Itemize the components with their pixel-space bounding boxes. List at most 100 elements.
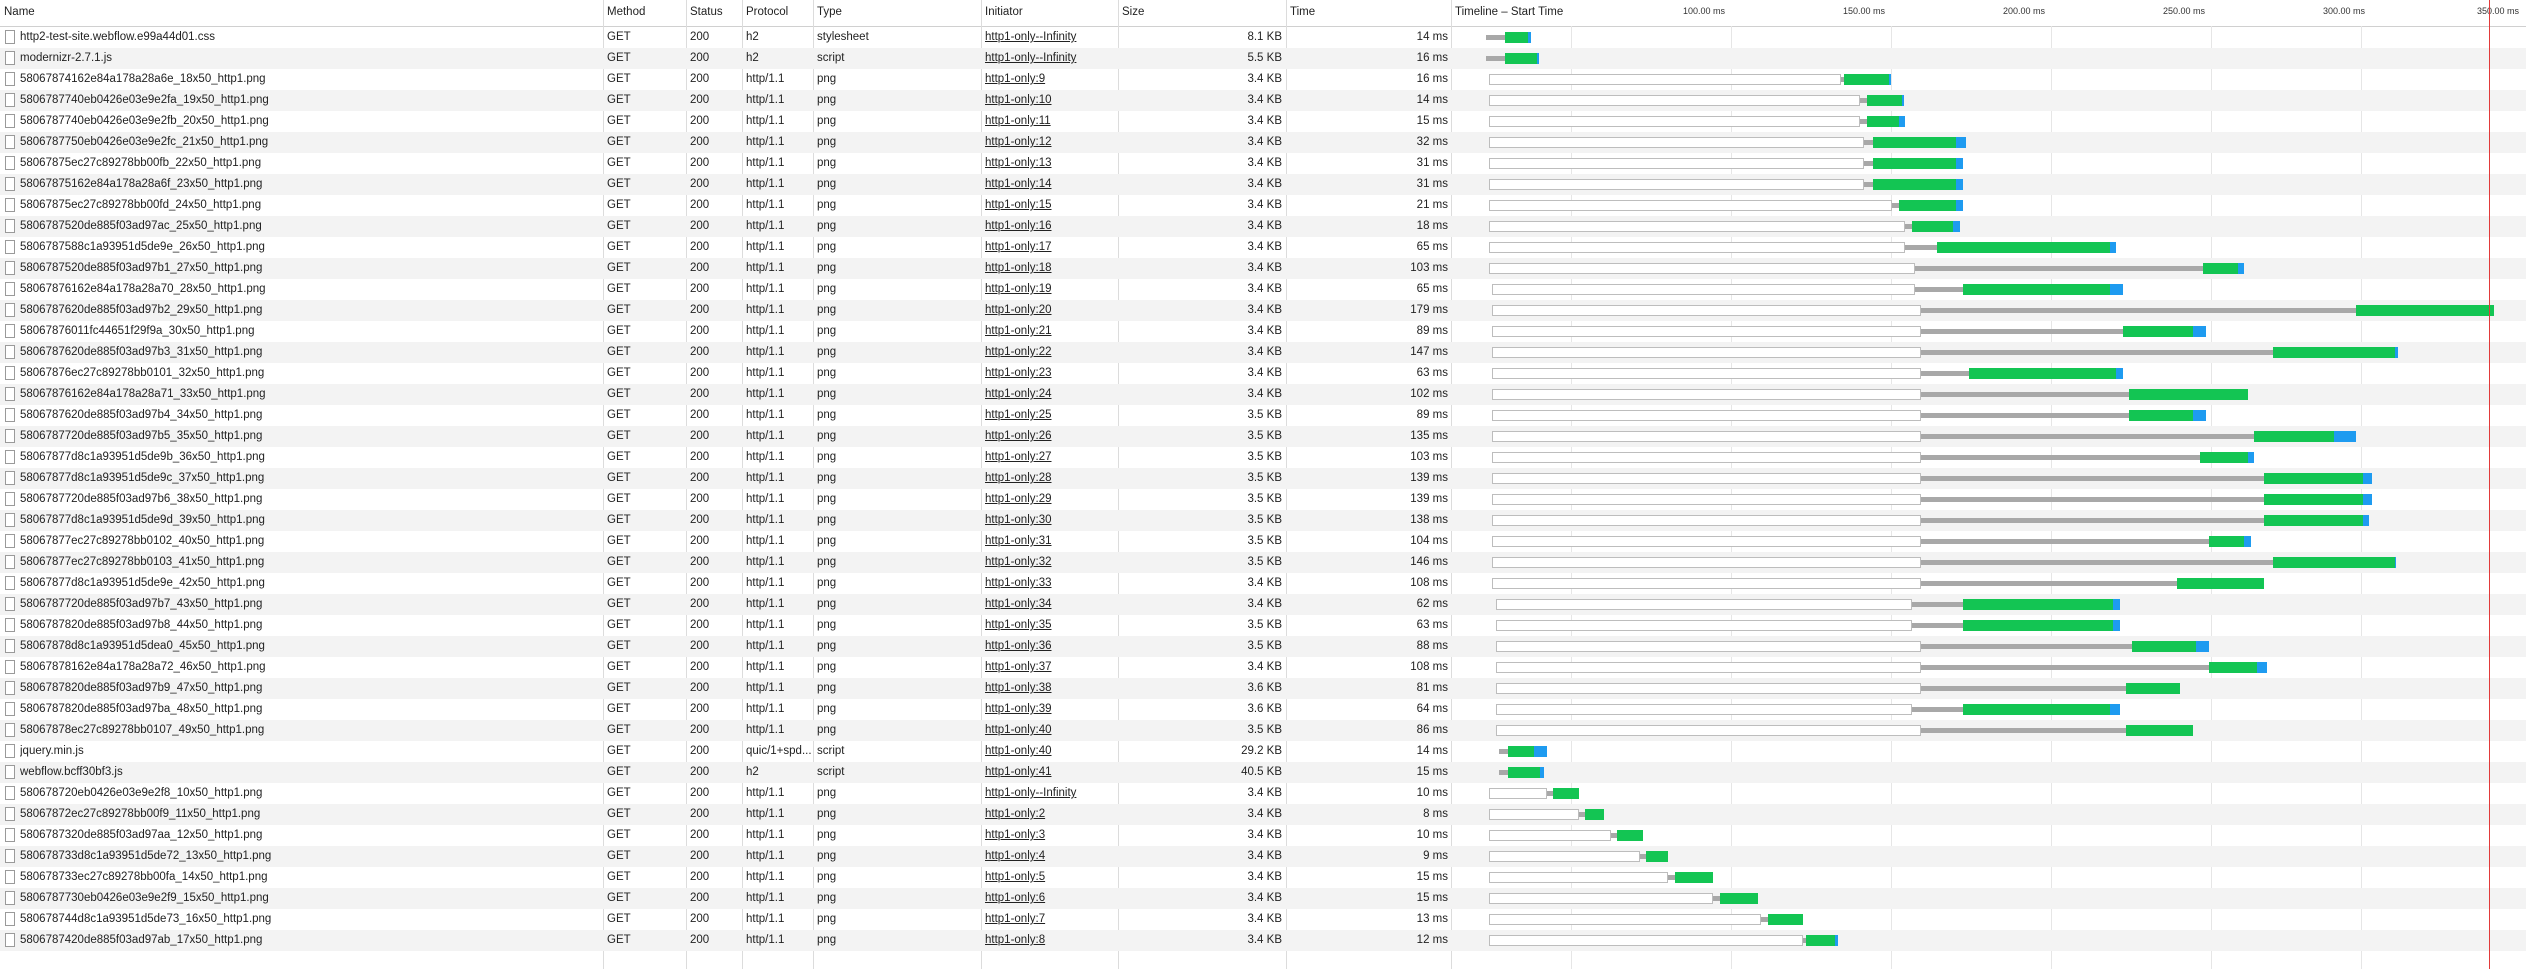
request-name[interactable]: 580678744d8c1a93951d5de73_16x50_http1.pn… (20, 913, 600, 925)
request-initiator[interactable]: http1-only:31 (985, 535, 1115, 547)
request-row[interactable]: 5806787320de885f03ad97aa_12x50_http1.png… (0, 825, 2526, 846)
request-name[interactable]: 5806787720de885f03ad97b5_35x50_http1.png (20, 430, 600, 442)
col-header-protocol[interactable]: Protocol (746, 6, 788, 18)
request-name[interactable]: 5806787320de885f03ad97aa_12x50_http1.png (20, 829, 600, 841)
request-initiator[interactable]: http1-only:36 (985, 640, 1115, 652)
request-initiator[interactable]: http1-only:27 (985, 451, 1115, 463)
request-name[interactable]: 58067878ec27c89278bb0107_49x50_http1.png (20, 724, 600, 736)
request-row[interactable]: 58067878162e84a178a28a72_46x50_http1.png… (0, 657, 2526, 678)
request-initiator[interactable]: http1-only:13 (985, 157, 1115, 169)
request-initiator[interactable]: http1-only:40 (985, 724, 1115, 736)
request-name[interactable]: 58067875162e84a178a28a6f_23x50_http1.png (20, 178, 600, 190)
request-initiator[interactable]: http1-only:11 (985, 115, 1115, 127)
request-name[interactable]: 5806787588c1a93951d5de9e_26x50_http1.png (20, 241, 600, 253)
request-row[interactable]: 58067878d8c1a93951d5dea0_45x50_http1.png… (0, 636, 2526, 657)
request-row[interactable]: 5806787520de885f03ad97b1_27x50_http1.png… (0, 258, 2526, 279)
request-name[interactable]: 58067878162e84a178a28a72_46x50_http1.png (20, 661, 600, 673)
request-initiator[interactable]: http1-only:16 (985, 220, 1115, 232)
request-name[interactable]: 580678720eb0426e03e9e2f8_10x50_http1.png (20, 787, 600, 799)
request-row[interactable]: jquery.min.js GET 200 quic/1+spd... script ht… (0, 741, 2526, 762)
request-row[interactable]: 5806787588c1a93951d5de9e_26x50_http1.png… (0, 237, 2526, 258)
request-row[interactable]: 58067877ec27c89278bb0103_41x50_http1.png… (0, 552, 2526, 573)
request-initiator[interactable]: http1-only:14 (985, 178, 1115, 190)
request-row[interactable]: 58067877d8c1a93951d5de9b_36x50_http1.png… (0, 447, 2526, 468)
request-row[interactable]: 58067877d8c1a93951d5de9c_37x50_http1.png… (0, 468, 2526, 489)
request-name[interactable]: 5806787620de885f03ad97b4_34x50_http1.png (20, 409, 600, 421)
request-name[interactable]: 58067874162e84a178a28a6e_18x50_http1.png (20, 73, 600, 85)
col-header-time[interactable]: Time (1290, 6, 1315, 18)
request-name[interactable]: 5806787750eb0426e03e9e2fc_21x50_http1.pn… (20, 136, 600, 148)
request-row[interactable]: 58067875162e84a178a28a6f_23x50_http1.png… (0, 174, 2526, 195)
request-name[interactable]: 58067876011fc44651f29f9a_30x50_http1.png (20, 325, 600, 337)
request-initiator[interactable]: http1-only:39 (985, 703, 1115, 715)
request-name[interactable]: 5806787820de885f03ad97b9_47x50_http1.png (20, 682, 600, 694)
request-name[interactable]: 5806787720de885f03ad97b6_38x50_http1.png (20, 493, 600, 505)
request-initiator[interactable]: http1-only:32 (985, 556, 1115, 568)
request-initiator[interactable]: http1-only--Infinity (985, 787, 1115, 799)
request-name[interactable]: 580678733ec27c89278bb00fa_14x50_http1.pn… (20, 871, 600, 883)
request-row[interactable]: 58067872ec27c89278bb00f9_11x50_http1.png… (0, 804, 2526, 825)
request-row[interactable]: 580678733d8c1a93951d5de72_13x50_http1.pn… (0, 846, 2526, 867)
request-row[interactable]: 5806787620de885f03ad97b3_31x50_http1.png… (0, 342, 2526, 363)
request-row[interactable]: webflow.bcff30bf3.js GET 200 h2 script http1-… (0, 762, 2526, 783)
request-name[interactable]: 58067876162e84a178a28a70_28x50_http1.png (20, 283, 600, 295)
request-name[interactable]: jquery.min.js (20, 745, 600, 757)
request-name[interactable]: 58067876162e84a178a28a71_33x50_http1.png (20, 388, 600, 400)
request-initiator[interactable]: http1-only:20 (985, 304, 1115, 316)
request-initiator[interactable]: http1-only:5 (985, 871, 1115, 883)
request-initiator[interactable]: http1-only:37 (985, 661, 1115, 673)
request-name[interactable]: 58067877ec27c89278bb0102_40x50_http1.png (20, 535, 600, 547)
request-name[interactable]: 58067877d8c1a93951d5de9b_36x50_http1.png (20, 451, 600, 463)
request-row[interactable]: 58067874162e84a178a28a6e_18x50_http1.png… (0, 69, 2526, 90)
request-initiator[interactable]: http1-only:15 (985, 199, 1115, 211)
request-initiator[interactable]: http1-only:4 (985, 850, 1115, 862)
request-row[interactable]: 5806787820de885f03ad97b8_44x50_http1.png… (0, 615, 2526, 636)
request-name[interactable]: 5806787740eb0426e03e9e2fb_20x50_http1.pn… (20, 115, 600, 127)
request-row[interactable]: 58067876162e84a178a28a71_33x50_http1.png… (0, 384, 2526, 405)
request-name[interactable]: 58067877d8c1a93951d5de9e_42x50_http1.png (20, 577, 600, 589)
request-name[interactable]: 5806787620de885f03ad97b2_29x50_http1.png (20, 304, 600, 316)
request-initiator[interactable]: http1-only:21 (985, 325, 1115, 337)
request-row[interactable]: 58067876162e84a178a28a70_28x50_http1.png… (0, 279, 2526, 300)
request-row[interactable]: 580678733ec27c89278bb00fa_14x50_http1.pn… (0, 867, 2526, 888)
request-name[interactable]: 5806787730eb0426e03e9e2f9_15x50_http1.pn… (20, 892, 600, 904)
request-name[interactable]: 58067877d8c1a93951d5de9c_37x50_http1.png (20, 472, 600, 484)
request-row[interactable]: 5806787620de885f03ad97b2_29x50_http1.png… (0, 300, 2526, 321)
col-header-status[interactable]: Status (690, 6, 723, 18)
request-row[interactable]: 58067877d8c1a93951d5de9e_42x50_http1.png… (0, 573, 2526, 594)
request-name[interactable]: 5806787520de885f03ad97ac_25x50_http1.png (20, 220, 600, 232)
request-name[interactable]: 5806787820de885f03ad97b8_44x50_http1.png (20, 619, 600, 631)
request-initiator[interactable]: http1-only:34 (985, 598, 1115, 610)
request-initiator[interactable]: http1-only:18 (985, 262, 1115, 274)
request-row[interactable]: 58067876011fc44651f29f9a_30x50_http1.png… (0, 321, 2526, 342)
request-initiator[interactable]: http1-only:33 (985, 577, 1115, 589)
request-name[interactable]: 58067877d8c1a93951d5de9d_39x50_http1.png (20, 514, 600, 526)
request-row[interactable]: 58067875ec27c89278bb00fd_24x50_http1.png… (0, 195, 2526, 216)
request-initiator[interactable]: http1-only:23 (985, 367, 1115, 379)
request-name[interactable]: 5806787420de885f03ad97ab_17x50_http1.png (20, 934, 600, 946)
request-row[interactable]: 5806787720de885f03ad97b6_38x50_http1.png… (0, 489, 2526, 510)
request-row[interactable]: 5806787720de885f03ad97b7_43x50_http1.png… (0, 594, 2526, 615)
request-initiator[interactable]: http1-only:35 (985, 619, 1115, 631)
request-row[interactable]: 5806787520de885f03ad97ac_25x50_http1.png… (0, 216, 2526, 237)
request-name[interactable]: 5806787820de885f03ad97ba_48x50_http1.png (20, 703, 600, 715)
request-name[interactable]: 58067872ec27c89278bb00f9_11x50_http1.png (20, 808, 600, 820)
request-row[interactable]: 5806787740eb0426e03e9e2fb_20x50_http1.pn… (0, 111, 2526, 132)
request-initiator[interactable]: http1-only:8 (985, 934, 1115, 946)
request-initiator[interactable]: http1-only:25 (985, 409, 1115, 421)
request-name[interactable]: 580678733d8c1a93951d5de72_13x50_http1.pn… (20, 850, 600, 862)
request-initiator[interactable]: http1-only:30 (985, 514, 1115, 526)
request-initiator[interactable]: http1-only:26 (985, 430, 1115, 442)
request-name[interactable]: 58067875ec27c89278bb00fb_22x50_http1.png (20, 157, 600, 169)
request-row[interactable]: 5806787720de885f03ad97b5_35x50_http1.png… (0, 426, 2526, 447)
request-row[interactable]: 5806787750eb0426e03e9e2fc_21x50_http1.pn… (0, 132, 2526, 153)
request-initiator[interactable]: http1-only--Infinity (985, 31, 1115, 43)
request-row[interactable]: 580678720eb0426e03e9e2f8_10x50_http1.png… (0, 783, 2526, 804)
request-name[interactable]: http2-test-site.webflow.e99a44d01.css (20, 31, 600, 43)
request-name[interactable]: 58067878d8c1a93951d5dea0_45x50_http1.png (20, 640, 600, 652)
request-row[interactable]: 5806787740eb0426e03e9e2fa_19x50_http1.pn… (0, 90, 2526, 111)
request-initiator[interactable]: http1-only:10 (985, 94, 1115, 106)
col-header-initiator[interactable]: Initiator (985, 6, 1023, 18)
col-header-method[interactable]: Method (607, 6, 645, 18)
request-initiator[interactable]: http1-only:17 (985, 241, 1115, 253)
